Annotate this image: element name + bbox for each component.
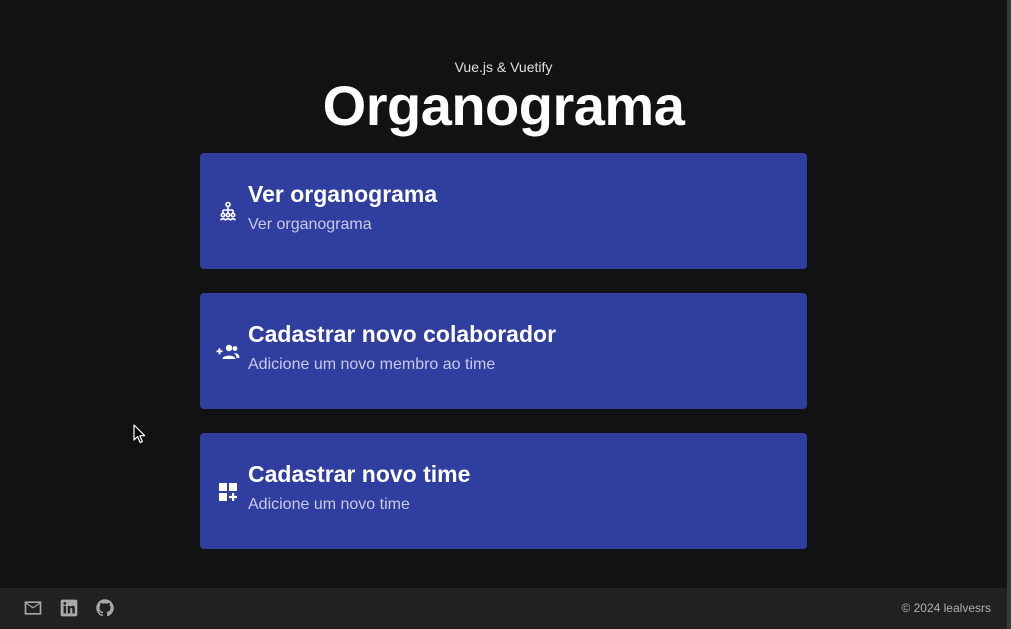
window-scrollbar[interactable] [1007,0,1011,629]
card-list: Ver organograma Ver organograma Cadastra… [200,153,807,573]
card-title: Cadastrar novo colaborador [248,321,557,347]
mouse-cursor-icon [133,424,147,444]
card-view-org-chart[interactable]: Ver organograma Ver organograma [200,153,807,269]
page-header: Vue.js & Vuetify Organograma [0,58,1007,136]
page-title: Organograma [322,74,685,137]
card-title: Cadastrar novo time [248,461,471,487]
linkedin-icon[interactable] [59,598,79,618]
card-subtitle: Adicione um novo time [248,496,410,513]
app-root: Vue.js & Vuetify Organograma Ver organog… [0,0,1011,629]
card-title: Ver organograma [248,181,438,207]
add-user-group-icon [216,340,240,364]
card-subtitle: Adicione um novo membro ao time [248,356,496,373]
footer: © 2024 lealvesrs [0,588,1007,629]
card-subtitle: Ver organograma [248,216,372,233]
copyright-text: © 2024 lealvesrs [901,601,991,615]
card-add-team[interactable]: Cadastrar novo time Adicione um novo tim… [200,433,807,549]
card-add-member[interactable]: Cadastrar novo colaborador Adicione um n… [200,293,807,409]
org-chart-icon [216,200,240,224]
email-icon[interactable] [23,598,43,618]
github-icon[interactable] [95,598,115,618]
add-widget-icon [216,480,240,504]
